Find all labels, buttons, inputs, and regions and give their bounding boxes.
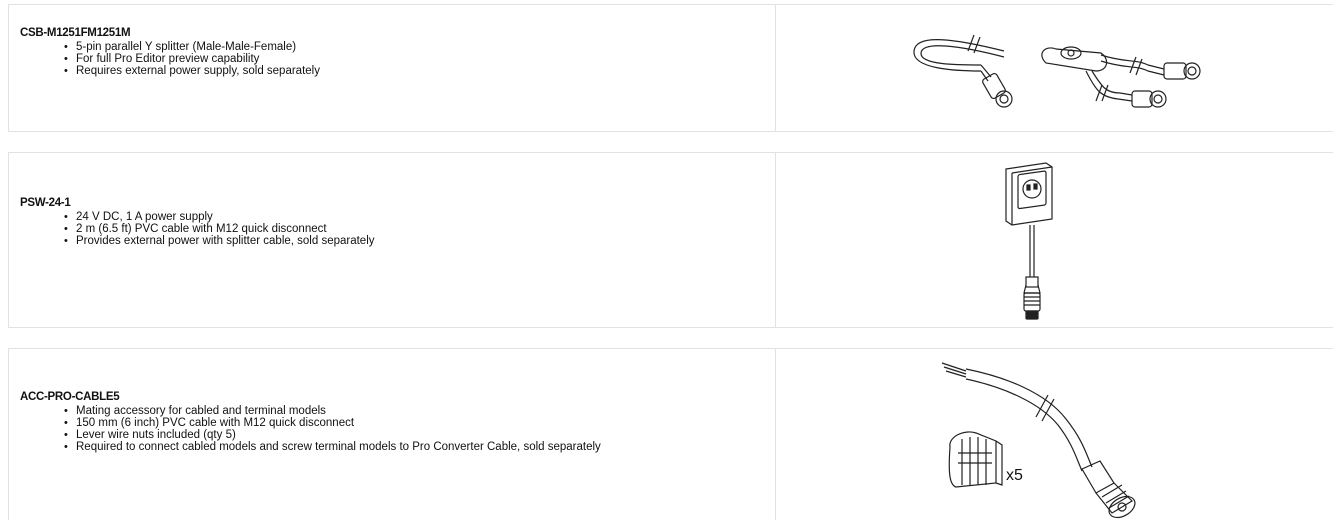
- product-description-cell: PSW-24-1 24 V DC, 1 A power supply 2 m (…: [9, 153, 776, 327]
- product-description-cell: CSB-M1251FM1251M 5-pin parallel Y splitt…: [9, 5, 776, 131]
- feature-item: 2 m (6.5 ft) PVC cable with M12 quick di…: [64, 223, 775, 235]
- feature-list: 5-pin parallel Y splitter (Male-Male-Fem…: [20, 41, 775, 77]
- product-row: PSW-24-1 24 V DC, 1 A power supply 2 m (…: [8, 152, 1333, 328]
- feature-list: 24 V DC, 1 A power supply 2 m (6.5 ft) P…: [20, 211, 775, 247]
- product-table: CSB-M1251FM1251M 5-pin parallel Y splitt…: [0, 0, 1333, 520]
- product-image-cell: [776, 153, 1333, 327]
- quantity-label: x5: [1006, 467, 1023, 484]
- product-row: CSB-M1251FM1251M 5-pin parallel Y splitt…: [8, 4, 1333, 132]
- product-description-cell: ACC-PRO-CABLE5 Mating accessory for cabl…: [9, 349, 776, 520]
- feature-item: 5-pin parallel Y splitter (Male-Male-Fem…: [64, 41, 775, 53]
- product-image-cell: x5: [776, 349, 1333, 520]
- part-number: CSB-M1251FM1251M: [20, 27, 131, 39]
- feature-item: Required to connect cabled models and sc…: [64, 441, 716, 453]
- feature-item: 150 mm (6 inch) PVC cable with M12 quick…: [64, 417, 775, 429]
- feature-list: Mating accessory for cabled and terminal…: [20, 405, 775, 453]
- feature-item: 24 V DC, 1 A power supply: [64, 211, 775, 223]
- feature-item: Lever wire nuts included (qty 5): [64, 429, 775, 441]
- product-row: ACC-PRO-CABLE5 Mating accessory for cabl…: [8, 348, 1333, 520]
- part-number: PSW-24-1: [20, 197, 71, 209]
- product-image-cell: [776, 5, 1333, 131]
- feature-item: For full Pro Editor preview capability: [64, 53, 775, 65]
- power-supply-icon: [1005, 162, 1053, 320]
- cable-with-wire-nuts-icon: [941, 362, 1136, 519]
- feature-item: Mating accessory for cabled and terminal…: [64, 405, 775, 417]
- y-splitter-cable-icon: [913, 34, 1201, 108]
- part-number: ACC-PRO-CABLE5: [20, 391, 120, 403]
- feature-item: Provides external power with splitter ca…: [64, 235, 775, 247]
- feature-item: Requires external power supply, sold sep…: [64, 65, 775, 77]
